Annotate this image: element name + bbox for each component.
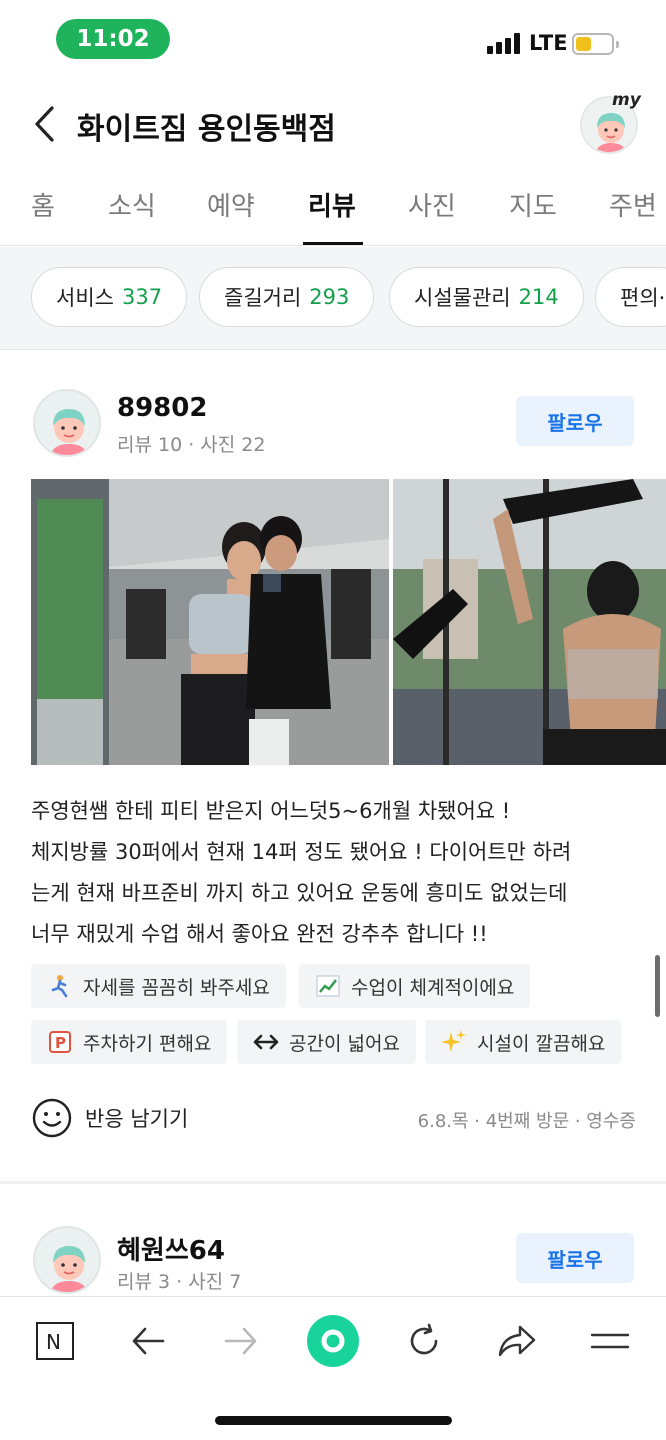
parking-icon: P (47, 1029, 73, 1055)
share-button[interactable] (493, 1317, 541, 1365)
review-photo[interactable] (31, 479, 389, 765)
menu-icon (590, 1333, 630, 1349)
back-nav-button[interactable] (124, 1317, 172, 1365)
review-text[interactable]: 주영현쌤 한테 피티 받은지 어느덧5~6개월 차됐어요 ! 체지방률 30퍼에… (31, 791, 631, 955)
avatar-icon (50, 409, 88, 455)
chip-count: 293 (309, 285, 350, 309)
visit-meta: 6.8.목 · 4번째 방문 · 영수증 (417, 1111, 636, 1132)
my-badge: my (612, 90, 641, 110)
keyword-tag[interactable]: 공간이 넓어요 (237, 1020, 416, 1064)
home-indicator (215, 1416, 452, 1425)
refresh-icon (410, 1323, 438, 1355)
filter-chip-convenience[interactable]: 편의· (595, 267, 666, 327)
review-card: 89802 리뷰 10 · 사진 22 팔로우 주영현쌤 한테 피티 받은지 어… (0, 351, 666, 1181)
menu-button[interactable] (586, 1317, 634, 1365)
tab-map[interactable]: 지도 (509, 186, 557, 223)
tag-label: 주차하기 편해요 (83, 1032, 212, 1055)
network-label: LTE (529, 31, 568, 55)
status-bar: 11:02 LTE (0, 0, 666, 80)
tab-bar: 홈 소식 예약 리뷰 사진 지도 주변 (0, 178, 666, 246)
react-button[interactable]: 반응 남기기 (31, 1097, 188, 1139)
chip-label: 편의· (620, 286, 666, 310)
person-exercise-icon (47, 973, 73, 999)
avatar-icon (50, 1246, 88, 1292)
naver-home-icon: N (36, 1322, 74, 1360)
reviewer-name[interactable]: 89802 (117, 393, 207, 423)
tab-news[interactable]: 소식 (108, 186, 156, 223)
chip-label: 서비스 (56, 286, 114, 310)
filter-chip-fun[interactable]: 즐길거리 293 (199, 267, 375, 327)
smiley-icon (32, 1098, 72, 1138)
tab-reviews[interactable]: 리뷰 (308, 186, 356, 223)
refresh-button[interactable] (400, 1317, 448, 1365)
reviewer-avatar[interactable] (33, 1226, 101, 1294)
keyword-tag[interactable]: 수업이 체계적이에요 (299, 964, 531, 1008)
review-text-line: 너무 재밌게 수업 해서 좋아요 완전 강추추 합니다 !! (31, 922, 488, 946)
reviewer-avatar[interactable] (33, 389, 101, 457)
tab-photos[interactable]: 사진 (408, 186, 456, 223)
reviewer-meta: 리뷰 3 · 사진 7 (117, 1271, 242, 1293)
react-label: 반응 남기기 (85, 1107, 189, 1131)
keyword-tag[interactable]: P 주차하기 편해요 (31, 1020, 228, 1064)
back-button[interactable] (24, 102, 64, 146)
forward-nav-button[interactable] (217, 1317, 265, 1365)
green-dot-button[interactable] (303, 1311, 363, 1371)
chip-count: 214 (518, 285, 559, 309)
review-photos[interactable] (31, 479, 666, 765)
browser-toolbar: N (0, 1296, 666, 1440)
reviewer-meta: 리뷰 10 · 사진 22 (117, 434, 266, 456)
scrollbar[interactable] (655, 955, 660, 1017)
filter-chips: 서비스 337 즐길거리 293 시설물관리 214 편의· (0, 247, 666, 350)
battery-icon (572, 33, 619, 55)
green-dot-icon (307, 1315, 359, 1367)
active-tab-indicator (303, 242, 363, 245)
tab-booking[interactable]: 예약 (207, 186, 255, 223)
naver-home-button[interactable]: N (31, 1317, 79, 1365)
arrows-horizontal-icon (253, 1029, 279, 1055)
tag-label: 시설이 깔끔해요 (477, 1032, 606, 1055)
svg-text:P: P (55, 1034, 66, 1052)
keyword-tag[interactable]: 자세를 꼼꼼히 봐주세요 (31, 964, 286, 1008)
forward-arrow-icon (224, 1327, 257, 1355)
keyword-tag[interactable]: 시설이 깔끔해요 (425, 1020, 622, 1064)
signal-icon (487, 32, 521, 54)
review-photo[interactable] (393, 479, 666, 765)
share-icon (498, 1325, 536, 1357)
chart-up-icon (315, 973, 341, 999)
review-card: 혜원쓰64 리뷰 3 · 사진 7 팔로우 (0, 1184, 666, 1296)
review-text-line: 는게 현재 바프준비 까지 하고 있어요 운동에 흥미도 없었는데 (31, 881, 568, 905)
reviewer-name[interactable]: 혜원쓰64 (117, 1230, 225, 1267)
status-time: 11:02 (56, 19, 170, 59)
review-text-line: 체지방률 30퍼에서 현재 14퍼 정도 됐어요 ! 다이어트만 하려 (31, 840, 572, 864)
tab-home[interactable]: 홈 (31, 186, 55, 223)
sparkles-icon (441, 1029, 467, 1055)
back-arrow-icon (132, 1327, 165, 1355)
header: 화이트짐 용인동백점 my (0, 80, 666, 170)
chip-count: 337 (121, 285, 163, 309)
tag-label: 공간이 넓어요 (289, 1032, 400, 1055)
filter-chip-service[interactable]: 서비스 337 (31, 267, 188, 327)
filter-chip-facility[interactable]: 시설물관리 214 (389, 267, 584, 327)
chevron-left-icon (35, 106, 54, 142)
gym-photo-image (393, 479, 666, 765)
tag-label: 자세를 꼼꼼히 봐주세요 (83, 976, 270, 999)
tag-label: 수업이 체계적이에요 (351, 976, 515, 999)
review-text-line: 주영현쌤 한테 피티 받은지 어느덧5~6개월 차됐어요 ! (31, 799, 511, 823)
svg-text:N: N (46, 1330, 61, 1354)
gym-photo-image (31, 479, 389, 765)
chip-label: 시설물관리 (414, 286, 511, 310)
follow-button[interactable]: 팔로우 (516, 396, 634, 446)
chip-label: 즐길거리 (224, 286, 302, 310)
tab-nearby[interactable]: 주변 (609, 186, 657, 223)
follow-button[interactable]: 팔로우 (516, 1233, 634, 1283)
page-title: 화이트짐 용인동백점 (77, 112, 336, 147)
review-footer: 반응 남기기 6.8.목 · 4번째 방문 · 영수증 (31, 1097, 636, 1141)
